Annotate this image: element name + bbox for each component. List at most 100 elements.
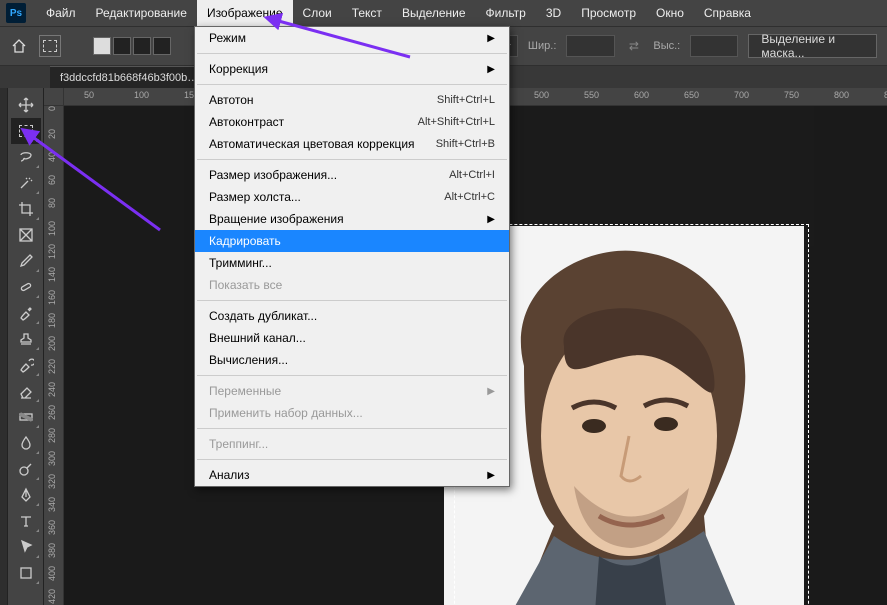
menu-item-label: Кадрировать xyxy=(209,234,281,248)
blur-tool-icon[interactable] xyxy=(11,430,41,456)
brush-tool-icon[interactable] xyxy=(11,300,41,326)
submenu-arrow-icon: ▶ xyxy=(487,64,495,75)
menu-item[interactable]: Размер изображения...Alt+Ctrl+I xyxy=(195,164,509,186)
menu-item-label: Вращение изображения xyxy=(209,212,344,226)
menu-слои[interactable]: Слои xyxy=(293,0,342,26)
menu-item[interactable]: Тримминг... xyxy=(195,252,509,274)
history-brush-tool-icon[interactable] xyxy=(11,352,41,378)
menu-separator xyxy=(197,84,507,85)
ruler-tick: 100 xyxy=(134,90,149,100)
path-select-tool-icon[interactable] xyxy=(11,534,41,560)
menu-item-label: Вычисления... xyxy=(209,353,288,367)
swap-dimensions-icon[interactable]: ⇄ xyxy=(625,35,644,57)
move-tool-icon[interactable] xyxy=(11,92,41,118)
eyedropper-tool-icon[interactable] xyxy=(11,248,41,274)
menu-просмотр[interactable]: Просмотр xyxy=(571,0,646,26)
healing-tool-icon[interactable] xyxy=(11,274,41,300)
select-and-mask-button[interactable]: Выделение и маска... xyxy=(748,34,877,58)
menu-item: Применить набор данных... xyxy=(195,402,509,424)
menu-изображение[interactable]: Изображение xyxy=(197,0,293,26)
type-tool-icon[interactable] xyxy=(11,508,41,534)
ruler-tick: 140 xyxy=(47,267,57,282)
ruler-origin[interactable] xyxy=(44,88,64,106)
menubar: Ps ФайлРедактированиеИзображениеСлоиТекс… xyxy=(0,0,887,26)
eraser-tool-icon[interactable] xyxy=(11,378,41,404)
crop-tool-icon[interactable] xyxy=(11,196,41,222)
ps-logo-icon: Ps xyxy=(6,3,26,23)
menu-item[interactable]: Внешний канал... xyxy=(195,327,509,349)
menu-item-label: Коррекция xyxy=(209,62,268,76)
magic-wand-tool-icon[interactable] xyxy=(11,170,41,196)
ruler-vertical[interactable]: 0204060801001201401601802002202402602803… xyxy=(44,106,64,605)
selection-mode-swatches[interactable] xyxy=(93,37,171,55)
menu-item: Треппинг... xyxy=(195,433,509,455)
menu-item[interactable]: Вычисления... xyxy=(195,349,509,371)
menu-item[interactable]: Коррекция ▶ xyxy=(195,58,509,80)
ruler-tick: 220 xyxy=(47,359,57,374)
ruler-tick: 400 xyxy=(47,566,57,581)
menu-shortcut: Alt+Shift+Ctrl+L xyxy=(418,116,495,128)
menu-separator xyxy=(197,428,507,429)
menu-редактирование[interactable]: Редактирование xyxy=(86,0,197,26)
frame-tool-icon[interactable] xyxy=(11,222,41,248)
shape-tool-icon[interactable] xyxy=(11,560,41,586)
menu-3d[interactable]: 3D xyxy=(536,0,571,26)
ruler-tick: 380 xyxy=(47,543,57,558)
menu-item-label: Размер изображения... xyxy=(209,168,337,182)
active-tool-preview-icon[interactable] xyxy=(39,35,62,57)
menu-separator xyxy=(197,375,507,376)
document-filename: f3ddccfd81b668f46b3f00b… xyxy=(60,72,198,84)
ruler-tick: 100 xyxy=(47,221,57,236)
menu-item[interactable]: Вращение изображения▶ xyxy=(195,208,509,230)
home-icon[interactable] xyxy=(10,35,29,57)
ruler-tick: 750 xyxy=(784,90,799,100)
ruler-tick: 800 xyxy=(834,90,849,100)
menu-item-label: Треппинг... xyxy=(209,437,268,451)
menu-item-label: Автотон xyxy=(209,93,254,107)
ruler-tick: 320 xyxy=(47,474,57,489)
menu-item-label: Показать все xyxy=(209,278,282,292)
lasso-tool-icon[interactable] xyxy=(11,144,41,170)
menu-item-label: Автоконтраст xyxy=(209,115,284,129)
menu-item[interactable]: Автоконтраст Alt+Shift+Ctrl+L xyxy=(195,111,509,133)
marquee-tool-icon[interactable] xyxy=(11,118,41,144)
menu-item-label: Анализ xyxy=(209,468,250,482)
menu-shortcut: Shift+Ctrl+L xyxy=(437,94,495,106)
stamp-tool-icon[interactable] xyxy=(11,326,41,352)
menu-текст[interactable]: Текст xyxy=(342,0,392,26)
menu-item: Переменные ▶ xyxy=(195,380,509,402)
dodge-tool-icon[interactable] xyxy=(11,456,41,482)
ruler-tick: 500 xyxy=(534,90,549,100)
ruler-tick: 650 xyxy=(684,90,699,100)
ruler-tick: 550 xyxy=(584,90,599,100)
menu-фильтр[interactable]: Фильтр xyxy=(476,0,536,26)
menu-item[interactable]: Размер холста... Alt+Ctrl+C xyxy=(195,186,509,208)
submenu-arrow-icon: ▶ xyxy=(487,470,495,481)
submenu-arrow-icon: ▶ xyxy=(487,386,495,397)
menu-shortcut: Alt+Ctrl+C xyxy=(444,191,495,203)
menu-item-label: Переменные xyxy=(209,384,281,398)
panel-collapse-strip[interactable] xyxy=(0,88,8,605)
height-input[interactable] xyxy=(690,35,738,57)
ruler-tick: 700 xyxy=(734,90,749,100)
menu-item[interactable]: Создать дубликат... xyxy=(195,305,509,327)
pen-tool-icon[interactable] xyxy=(11,482,41,508)
menu-item-label: Автоматическая цветовая коррекция xyxy=(209,137,415,151)
height-label: Выс.: xyxy=(653,40,680,52)
menu-separator xyxy=(197,459,507,460)
menu-item[interactable]: Автотон Shift+Ctrl+L xyxy=(195,89,509,111)
menu-справка[interactable]: Справка xyxy=(694,0,761,26)
ruler-tick: 120 xyxy=(47,244,57,259)
menu-item[interactable]: Кадрировать xyxy=(195,230,509,252)
menu-файл[interactable]: Файл xyxy=(36,0,86,26)
menu-выделение[interactable]: Выделение xyxy=(392,0,476,26)
menu-item-label: Размер холста... xyxy=(209,190,301,204)
menu-item[interactable]: Режим▶ xyxy=(195,27,509,49)
gradient-tool-icon[interactable] xyxy=(11,404,41,430)
ruler-tick: 280 xyxy=(47,428,57,443)
menu-item[interactable]: Автоматическая цветовая коррекция Shift+C… xyxy=(195,133,509,155)
width-input[interactable] xyxy=(566,35,614,57)
menu-окно[interactable]: Окно xyxy=(646,0,694,26)
menu-item[interactable]: Анализ ▶ xyxy=(195,464,509,486)
menu-shortcut: Shift+Ctrl+B xyxy=(436,138,495,150)
